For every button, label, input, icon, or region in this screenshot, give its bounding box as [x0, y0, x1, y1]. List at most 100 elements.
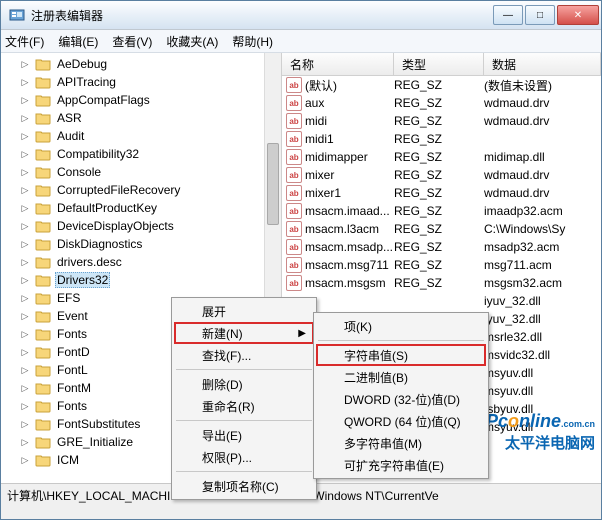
tree-item-label: DiskDiagnostics [55, 237, 144, 251]
ctx-new[interactable]: 新建(N)▶ [174, 322, 314, 344]
expand-icon[interactable]: ▷ [19, 202, 31, 214]
cell-data: msyuv.dll [484, 366, 601, 380]
expand-icon[interactable]: ▷ [19, 184, 31, 196]
ctx-new-binary[interactable]: 二进制值(B) [316, 366, 486, 388]
cell-data: C:\Windows\Sy [484, 222, 601, 236]
expand-icon[interactable]: ▷ [19, 328, 31, 340]
ctx-new-multi-string[interactable]: 多字符串值(M) [316, 432, 486, 454]
folder-icon [35, 417, 51, 431]
titlebar[interactable]: 注册表编辑器 — □ ✕ [1, 1, 601, 30]
list-row[interactable]: ab(默认)REG_SZ(数值未设置) [282, 76, 601, 94]
cell-data: wdmaud.drv [484, 96, 601, 110]
tree-item[interactable]: ▷DeviceDisplayObjects [19, 217, 281, 235]
tree-item[interactable]: ▷CorruptedFileRecovery [19, 181, 281, 199]
menu-edit[interactable]: 编辑(E) [58, 33, 98, 50]
menu-view[interactable]: 查看(V) [112, 33, 152, 50]
tree-item[interactable]: ▷ Drivers32 [19, 271, 281, 289]
tree-item[interactable]: ▷drivers.desc [19, 253, 281, 271]
list-row[interactable]: abmsacm.msg711REG_SZmsg711.acm [282, 256, 601, 274]
expand-icon[interactable]: ▷ [19, 400, 31, 412]
close-button[interactable]: ✕ [557, 5, 599, 25]
list-row[interactable]: abmsacm.msgsmREG_SZmsgsm32.acm [282, 274, 601, 292]
string-value-icon: ab [286, 257, 302, 273]
expand-icon[interactable]: ▷ [19, 148, 31, 160]
menu-help[interactable]: 帮助(H) [232, 33, 273, 50]
tree-item[interactable]: ▷DefaultProductKey [19, 199, 281, 217]
cell-data: msg711.acm [484, 258, 601, 272]
list-row[interactable]: iyuv_32.dll [282, 292, 601, 310]
expand-icon[interactable]: ▷ [19, 112, 31, 124]
tree-item-label: Drivers32 [55, 272, 110, 288]
folder-icon [35, 93, 51, 107]
expand-icon[interactable]: ▷ [19, 364, 31, 376]
expand-icon[interactable]: ▷ [19, 238, 31, 250]
tree-item[interactable]: ▷APITracing [19, 73, 281, 91]
folder-icon [35, 111, 51, 125]
expand-icon[interactable]: ▷ [19, 94, 31, 106]
tree-item[interactable]: ▷Console [19, 163, 281, 181]
col-header-name[interactable]: 名称 [282, 53, 394, 75]
cell-type: REG_SZ [394, 186, 484, 200]
list-row[interactable]: abmixerREG_SZwdmaud.drv [282, 166, 601, 184]
ctx-copy-key-name[interactable]: 复制项名称(C) [174, 475, 314, 497]
cell-data: iyuv_32.dll [484, 294, 601, 308]
expand-icon[interactable]: ▷ [19, 418, 31, 430]
cell-type: REG_SZ [394, 240, 484, 254]
ctx-new-key[interactable]: 项(K) [316, 315, 486, 337]
ctx-delete[interactable]: 删除(D) [174, 373, 314, 395]
folder-icon [35, 219, 51, 233]
scrollbar-thumb[interactable] [267, 143, 279, 225]
cell-data: tsbyuv.dll [484, 402, 601, 416]
col-header-type[interactable]: 类型 [394, 53, 484, 75]
expand-icon[interactable]: ▷ [19, 256, 31, 268]
tree-item-label: FontM [55, 381, 93, 395]
expand-icon[interactable]: ▷ [19, 454, 31, 466]
expand-icon[interactable]: ▷ [19, 274, 31, 286]
list-row[interactable]: abauxREG_SZwdmaud.drv [282, 94, 601, 112]
list-row[interactable]: abmsacm.l3acmREG_SZC:\Windows\Sy [282, 220, 601, 238]
cell-type: REG_SZ [394, 222, 484, 236]
list-row[interactable]: abmidi1REG_SZ [282, 130, 601, 148]
expand-icon[interactable]: ▷ [19, 220, 31, 232]
expand-icon[interactable]: ▷ [19, 346, 31, 358]
ctx-find[interactable]: 查找(F)... [174, 344, 314, 366]
expand-icon[interactable]: ▷ [19, 166, 31, 178]
expand-icon[interactable]: ▷ [19, 382, 31, 394]
ctx-new-string[interactable]: 字符串值(S) [316, 344, 486, 366]
minimize-button[interactable]: — [493, 5, 523, 25]
ctx-rename[interactable]: 重命名(R) [174, 395, 314, 417]
list-row[interactable]: abmidiREG_SZwdmaud.drv [282, 112, 601, 130]
expand-icon[interactable]: ▷ [19, 130, 31, 142]
cell-type: REG_SZ [394, 96, 484, 110]
cell-name: abmsacm.msadp... [282, 239, 394, 255]
window-buttons: — □ ✕ [493, 5, 599, 25]
maximize-button[interactable]: □ [525, 5, 555, 25]
list-row[interactable]: abmixer1REG_SZwdmaud.drv [282, 184, 601, 202]
ctx-export[interactable]: 导出(E) [174, 424, 314, 446]
tree-item[interactable]: ▷AppCompatFlags [19, 91, 281, 109]
col-header-data[interactable]: 数据 [484, 53, 601, 75]
tree-item[interactable]: ▷AeDebug [19, 55, 281, 73]
menu-bar: 文件(F) 编辑(E) 查看(V) 收藏夹(A) 帮助(H) [1, 30, 601, 53]
expand-icon[interactable]: ▷ [19, 310, 31, 322]
ctx-new-dword[interactable]: DWORD (32-位)值(D) [316, 388, 486, 410]
expand-icon[interactable]: ▷ [19, 76, 31, 88]
folder-icon [35, 255, 51, 269]
expand-icon[interactable]: ▷ [19, 436, 31, 448]
tree-item[interactable]: ▷ASR [19, 109, 281, 127]
tree-item[interactable]: ▷ DiskDiagnostics [19, 235, 281, 253]
ctx-expand[interactable]: 展开 [174, 300, 314, 322]
list-row[interactable]: abmsacm.msadp...REG_SZmsadp32.acm [282, 238, 601, 256]
tree-item[interactable]: ▷Audit [19, 127, 281, 145]
ctx-permissions[interactable]: 权限(P)... [174, 446, 314, 468]
menu-favorites[interactable]: 收藏夹(A) [166, 33, 218, 50]
tree-item[interactable]: ▷Compatibility32 [19, 145, 281, 163]
list-row[interactable]: abmidimapperREG_SZmidimap.dll [282, 148, 601, 166]
expand-icon[interactable]: ▷ [19, 292, 31, 304]
ctx-new-qword[interactable]: QWORD (64 位)值(Q) [316, 410, 486, 432]
ctx-new-expand-string[interactable]: 可扩充字符串值(E) [316, 454, 486, 476]
list-row[interactable]: abmsacm.imaad...REG_SZimaadp32.acm [282, 202, 601, 220]
menu-file[interactable]: 文件(F) [5, 33, 44, 50]
expand-icon[interactable]: ▷ [19, 58, 31, 70]
folder-icon [35, 381, 51, 395]
